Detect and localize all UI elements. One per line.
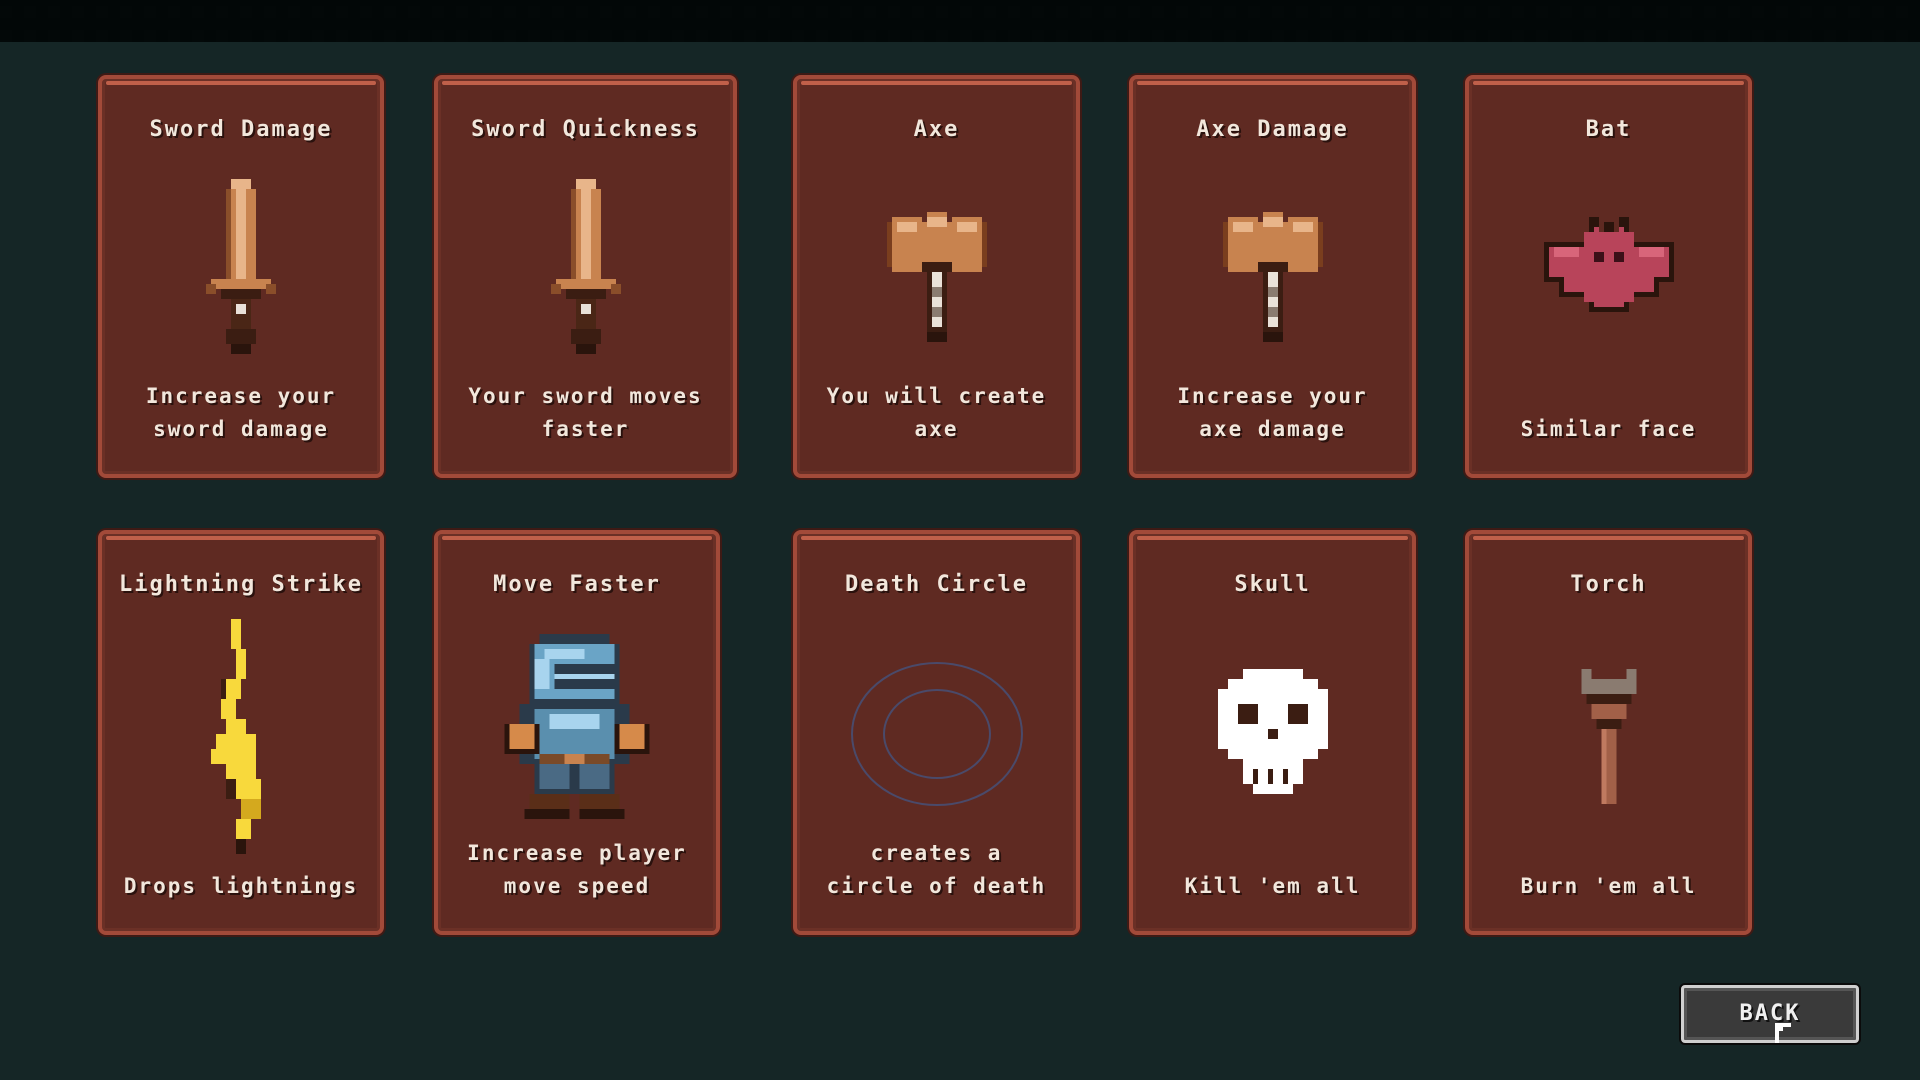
card-bat[interactable]: Bat Similar face — [1465, 75, 1752, 478]
card-title: Death Circle — [845, 572, 1028, 597]
card-move-faster[interactable]: Move Faster Increase player move speed — [434, 530, 720, 935]
card-torch[interactable]: Torch Burn 'em all — [1465, 530, 1752, 935]
torch-icon — [1581, 669, 1636, 813]
card-skull[interactable]: Skull Kill 'em all — [1129, 530, 1416, 935]
card-description: Similar face — [1520, 417, 1697, 441]
card-description: Burn 'em all — [1520, 874, 1697, 898]
card-death-circle[interactable]: Death Circle creates a circle of death — [793, 530, 1080, 935]
card-title: Torch — [1570, 572, 1647, 597]
card-description: Increase player move speed — [467, 841, 687, 898]
card-description: Increase your axe damage — [1177, 384, 1368, 441]
card-title: Bat — [1585, 117, 1632, 142]
card-lightning-strike[interactable]: Lightning Strike Drops lightnings — [98, 530, 384, 935]
card-description: You will create axe — [826, 384, 1047, 441]
axe-icon — [1222, 207, 1323, 351]
mouse-cursor-icon — [1775, 1023, 1795, 1049]
sword-icon — [206, 179, 276, 363]
card-title: Axe — [913, 117, 960, 142]
back-button[interactable]: BACK — [1681, 985, 1859, 1043]
knight-icon — [504, 634, 650, 828]
card-axe[interactable]: Axe You will create axe — [793, 75, 1080, 478]
card-title: Sword Damage — [149, 117, 333, 142]
axe-icon — [886, 207, 987, 351]
card-sword-quickness[interactable]: Sword Quickness Your sword moves faster — [434, 75, 737, 478]
card-description: Increase your sword damage — [145, 384, 337, 441]
top-strip — [0, 0, 1920, 42]
card-axe-damage[interactable]: Axe Damage Increase your axe damage — [1129, 75, 1416, 478]
card-title: Axe Damage — [1196, 117, 1349, 142]
skull-icon — [1217, 669, 1328, 803]
card-description: Kill 'em all — [1184, 874, 1361, 898]
card-title: Lightning Strike — [119, 572, 363, 597]
lightning-icon — [211, 619, 271, 863]
card-description: Your sword moves faster — [468, 384, 703, 441]
card-title: Sword Quickness — [471, 117, 700, 142]
card-description: creates a circle of death — [826, 841, 1047, 898]
bat-icon — [1543, 217, 1674, 321]
card-description: Drops lightnings — [123, 874, 359, 898]
death-circle-icon — [847, 659, 1027, 813]
card-sword-damage[interactable]: Sword Damage Increase your sword damage — [98, 75, 384, 478]
card-title: Skull — [1234, 572, 1311, 597]
card-title: Move Faster — [493, 572, 661, 597]
sword-icon — [550, 179, 621, 363]
upgrade-selection-screen: Sword Damage Increase your sword damage … — [0, 0, 1920, 1080]
